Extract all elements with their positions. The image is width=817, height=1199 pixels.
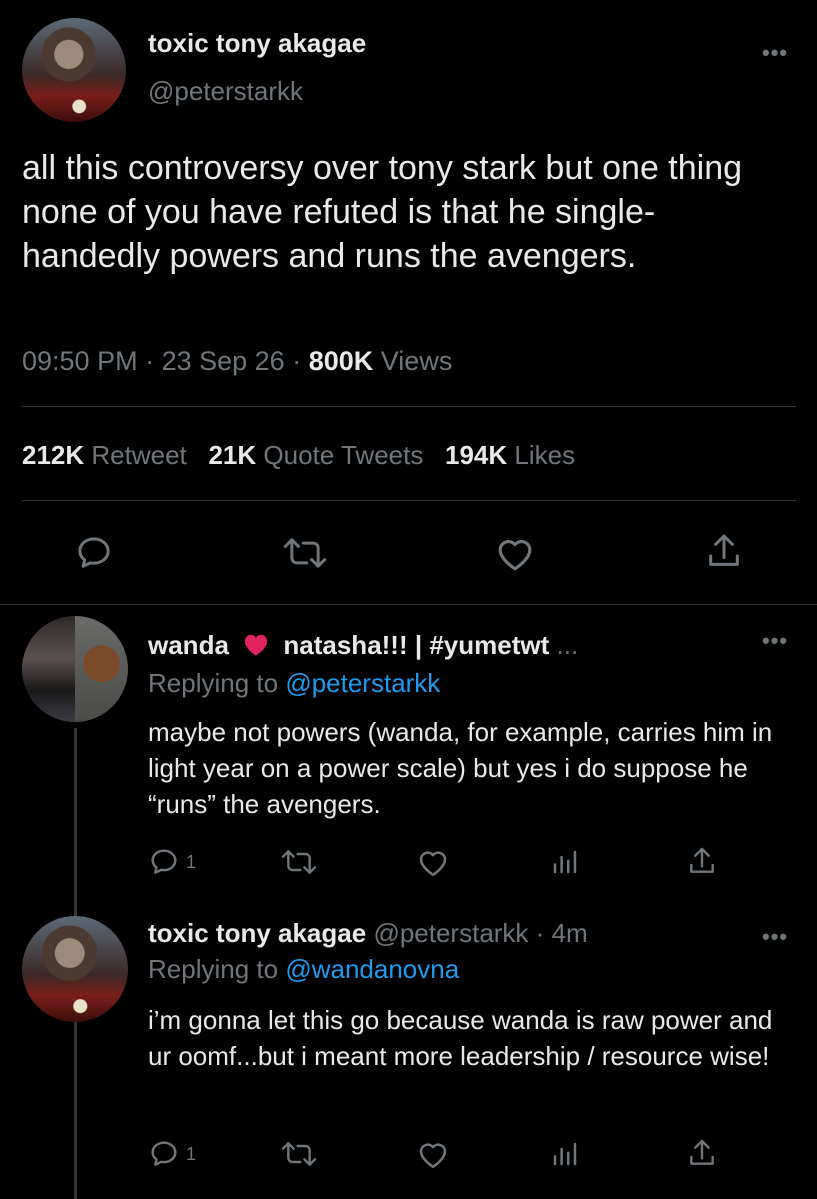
likes-count: 194K [445,440,508,470]
replying-to-link[interactable]: @peterstarkk [285,668,440,698]
reply1-author-name-2: natasha!!! | #yumetwt [283,630,550,660]
author-handle[interactable]: @peterstarkk [148,76,303,107]
reply2-reply-button[interactable]: 1 [148,1138,196,1170]
reply-icon [148,1138,180,1170]
reply1-avatar[interactable] [22,616,128,722]
tweet-time[interactable]: 09:50 PM [22,346,138,376]
more-options-icon[interactable]: ••• [762,40,788,66]
reply1-author[interactable]: wanda natasha!!! | #yumetwt ... [148,630,578,664]
reply1-more-icon[interactable]: ••• [762,628,788,654]
reply1-like-icon[interactable] [416,846,450,878]
reply2-time[interactable]: 4m [552,918,588,948]
reply1-retweet-icon[interactable] [280,846,318,878]
reply1-analytics-icon[interactable] [550,846,580,878]
quotes-label: Quote Tweets [263,440,424,470]
retweets-count: 212K [22,440,85,470]
reply1-author-name-1: wanda [148,630,229,660]
quotes-stat[interactable]: 21K Quote Tweets [208,440,423,470]
tweet-date[interactable]: 23 Sep 26 [162,346,285,376]
reply1-share-icon[interactable] [686,844,718,878]
reply-icon [148,846,180,878]
reply-icon[interactable] [74,533,114,573]
divider [0,604,817,605]
meta-separator: · [292,346,309,376]
retweet-icon[interactable] [282,533,328,573]
share-icon[interactable] [704,530,744,572]
divider [22,500,796,501]
reply2-share-icon[interactable] [686,1136,718,1170]
reply1-text: maybe not powers (wanda, for example, ca… [148,717,773,819]
retweets-label: Retweet [91,440,187,470]
tweet-stats: 212K Retweet 21K Quote Tweets 194K Likes [22,440,575,471]
quotes-count: 21K [208,440,257,470]
red-heart-icon [242,631,270,664]
reply2-handle[interactable]: @peterstarkk [373,918,528,948]
reply2-author-name[interactable]: toxic tony akagae [148,918,366,948]
tweet-meta: 09:50 PM · 23 Sep 26 · 800K Views [22,346,452,377]
reply-count: 1 [186,851,197,872]
reply1-reply-button[interactable]: 1 [148,846,196,878]
replying-prefix: Replying to [148,954,279,984]
retweets-stat[interactable]: 212K Retweet [22,440,187,470]
name-truncation: ... [556,630,579,660]
reply2-retweet-icon[interactable] [280,1138,318,1170]
tweet-text: all this controversy over tony stark but… [22,149,743,275]
replying-to-link[interactable]: @wandanovna [285,954,459,984]
reply2-text: i’m gonna let this go because wanda is r… [148,1005,773,1071]
reply2-header: toxic tony akagae @peterstarkk · 4m [148,918,588,949]
like-icon[interactable] [494,533,536,573]
reply2-like-icon[interactable] [416,1138,450,1170]
meta-separator: · [535,918,545,948]
reply2-analytics-icon[interactable] [550,1138,580,1170]
reply2-replying-to: Replying to @wandanovna [148,954,459,985]
avatar-left-half [22,616,75,722]
reply1-replying-to: Replying to @peterstarkk [148,668,440,699]
reply2-avatar[interactable] [22,916,128,1022]
reply-count: 1 [186,1143,197,1164]
replying-prefix: Replying to [148,668,279,698]
author-name[interactable]: toxic tony akagae [148,28,366,59]
views-label: Views [380,346,453,376]
reply2-more-icon[interactable]: ••• [762,924,788,950]
views-count: 800K [308,346,374,376]
likes-stat[interactable]: 194K Likes [445,440,575,470]
likes-label: Likes [514,440,576,470]
author-avatar[interactable] [22,18,126,122]
divider [22,406,796,407]
meta-separator: · [145,346,162,376]
avatar-right-half [75,616,128,722]
